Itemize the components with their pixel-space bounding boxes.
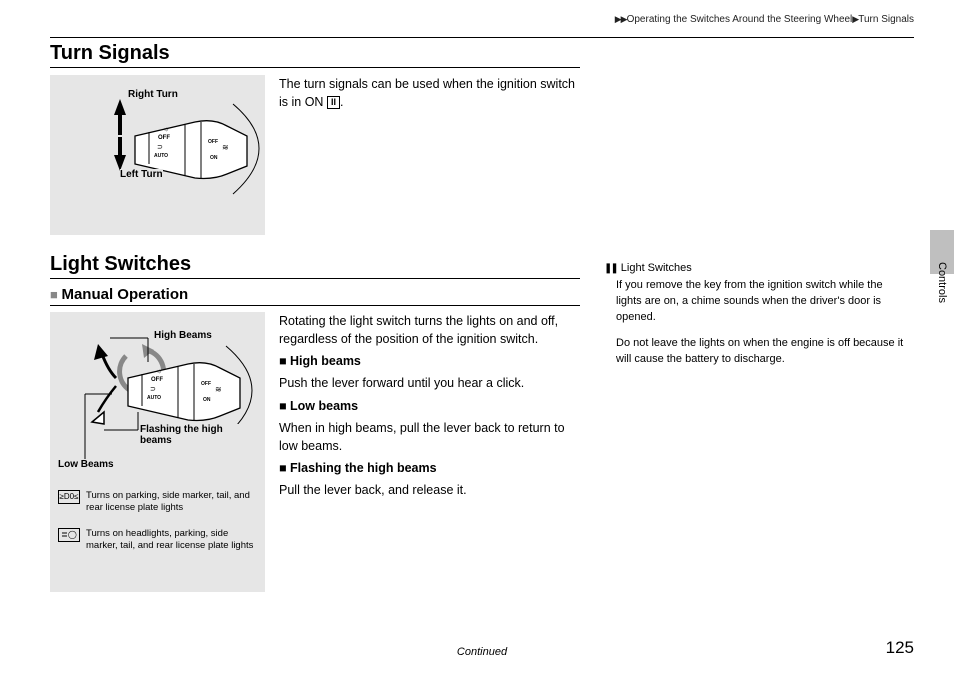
legend-headlights: ≣◯ Turns on headlights, parking, side ma…	[58, 528, 257, 552]
sidebar-note-body: If you remove the key from the ignition …	[604, 274, 914, 368]
section-title-turn-signals: Turn Signals	[50, 42, 580, 68]
heading-low-beams: Low beams	[290, 399, 358, 413]
ignition-ii-icon: II	[327, 96, 340, 109]
intro-text: Rotating the light switch turns the ligh…	[279, 312, 580, 348]
svg-text:ON: ON	[210, 155, 218, 161]
dial-off-label: OFF	[158, 135, 170, 141]
section-tab-controls: Controls	[930, 230, 954, 274]
label-high-beams: High Beams	[154, 330, 212, 341]
continued-label: Continued	[457, 646, 507, 658]
sidebar-note-p1: If you remove the key from the ignition …	[616, 278, 910, 326]
svg-text:OFF: OFF	[151, 377, 163, 383]
label-left-turn: Left Turn	[120, 169, 163, 180]
legend2-text: Turns on headlights, parking, side marke…	[86, 528, 257, 552]
page-number: 125	[886, 638, 914, 658]
svg-text:OFF: OFF	[201, 381, 211, 387]
label-right-turn: Right Turn	[128, 89, 178, 100]
sidebar-note-p2: Do not leave the lights on when the engi…	[616, 336, 910, 368]
page-footer: Continued 125	[50, 638, 914, 658]
figure-turn-signals: OFF AUTO OFF ON ☼ ⊃ ≋ Right Turn Left Tu…	[50, 75, 265, 235]
breadcrumb-arrow-icon: ▶▶	[615, 14, 627, 24]
figure-light-switches: OFF AUTO OFF ON ☼ ⊃ ≋	[50, 312, 265, 592]
breadcrumb-seg2: Turn Signals	[858, 14, 914, 25]
text-flash: Pull the lever back, and release it.	[279, 481, 580, 499]
legend1-text: Turns on parking, side marker, tail, and…	[86, 490, 257, 514]
label-flashing-high-beams: Flashing the high beams	[140, 424, 250, 446]
svg-text:ON: ON	[203, 397, 211, 403]
svg-text:≋: ≋	[215, 385, 222, 394]
text-high-beams: Push the lever forward until you hear a …	[279, 374, 580, 392]
svg-text:⊃: ⊃	[150, 386, 156, 393]
svg-text:⊃: ⊃	[157, 144, 163, 151]
label-low-beams: Low Beams	[58, 459, 114, 470]
sidebar-note-title: Light Switches	[604, 262, 914, 274]
dial-auto-label: AUTO	[154, 153, 168, 159]
headlights-icon: ≣◯	[58, 528, 80, 542]
section-tab-label: Controls	[936, 262, 948, 303]
turn-signals-text-post: .	[340, 95, 343, 109]
breadcrumb-seg1: Operating the Switches Around the Steeri…	[627, 14, 853, 25]
svg-text:☼: ☼	[156, 368, 162, 375]
turn-signals-body: The turn signals can be used when the ig…	[279, 75, 580, 235]
svg-text:☼: ☼	[163, 126, 169, 133]
subsection-manual-operation: Manual Operation	[50, 286, 580, 306]
text-low-beams: When in high beams, pull the lever back …	[279, 419, 580, 455]
section-title-light-switches: Light Switches	[50, 253, 580, 279]
breadcrumb: ▶▶Operating the Switches Around the Stee…	[50, 14, 914, 31]
heading-high-beams: High beams	[290, 354, 361, 368]
light-switches-body: Rotating the light switch turns the ligh…	[279, 312, 580, 592]
parking-lights-icon: ≥D0≤	[58, 490, 80, 504]
heading-flash: Flashing the high beams	[290, 461, 437, 475]
svg-text:≋: ≋	[222, 143, 229, 152]
svg-text:OFF: OFF	[208, 139, 218, 145]
svg-text:AUTO: AUTO	[147, 395, 161, 401]
turn-signals-text-pre: The turn signals can be used when the ig…	[279, 77, 575, 109]
header-rule	[50, 37, 914, 38]
legend-parking-lights: ≥D0≤ Turns on parking, side marker, tail…	[58, 490, 257, 514]
